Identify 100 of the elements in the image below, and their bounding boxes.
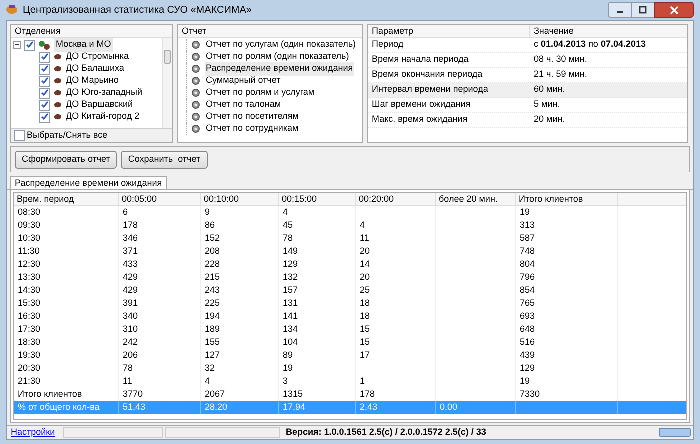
checkbox[interactable]	[39, 100, 50, 110]
table-cell: 11	[119, 375, 201, 388]
table-row[interactable]: 15:30 391 225 131 18 765	[14, 297, 686, 310]
column-header: 00:05:00	[119, 193, 201, 205]
parameter-row[interactable]: Шаг времени ожидания 5 мин.	[368, 98, 687, 113]
table-row[interactable]: 19:30 206 127 89 17 439	[14, 349, 686, 362]
parameter-row[interactable]: Макс. время ожидания 20 мин.	[368, 113, 687, 128]
table-cell: 127	[201, 349, 279, 362]
table-cell: 09:30	[14, 219, 119, 232]
table-row[interactable]: 11:30 371 208 149 20 748	[14, 245, 686, 258]
close-button[interactable]	[654, 2, 694, 18]
table-cell: 132	[279, 271, 356, 284]
minimize-button[interactable]	[608, 2, 632, 18]
table-cell: 20	[356, 271, 436, 284]
tree-item[interactable]: ДО Стромынка	[66, 50, 129, 64]
table-cell: 19:30	[14, 349, 119, 362]
table-row[interactable]: 16:30 340 194 141 18 693	[14, 310, 686, 323]
table-row[interactable]: 08:30 6 9 4 19	[14, 206, 686, 219]
parameter-row[interactable]: Период с 01.04.2013 по 07.04.2013	[368, 38, 687, 53]
checkbox-label: Выбрать/Снять все	[27, 128, 108, 142]
table-cell: 1	[356, 375, 436, 388]
scrollbar[interactable]	[162, 38, 172, 128]
table-cell: 208	[201, 245, 279, 258]
report-item[interactable]: Распределение времени ожидания	[205, 62, 354, 76]
parameter-row[interactable]: Интервал времени периода 60 мин.	[368, 83, 687, 98]
table-cell: 10:30	[14, 232, 119, 245]
column-header: 00:15:00	[279, 193, 356, 205]
tree-item[interactable]: ДО Китай-город 2	[66, 110, 140, 124]
parameter-value: 60 мин.	[533, 83, 566, 96]
checkbox[interactable]	[39, 76, 50, 86]
table-cell: 439	[516, 349, 618, 362]
table-row[interactable]: 18:30 242 155 104 15 516	[14, 336, 686, 349]
table-cell: 225	[201, 297, 279, 310]
table-row[interactable]: 20:30 78 32 19 129	[14, 362, 686, 375]
parameter-name: Период	[371, 38, 405, 52]
parameter-name: Время окончания периода	[371, 68, 484, 82]
node-icon	[54, 66, 62, 72]
tree-item[interactable]: ДО Балашиха	[66, 62, 124, 76]
column-header: Врем. период	[14, 193, 119, 205]
table-cell: 340	[119, 310, 201, 323]
tree-item[interactable]: Москва и МО	[54, 38, 114, 52]
report-item[interactable]: Отчет по посетителям	[205, 110, 300, 124]
parameter-name: Макс. время ожидания	[371, 113, 469, 126]
tab[interactable]: Распределение времени ожидания	[10, 176, 168, 189]
table-cell: 13:30	[14, 271, 119, 284]
table-row[interactable]: 17:30 310 189 134 15 648	[14, 323, 686, 336]
table-row[interactable]: 10:30 346 152 78 11 587	[14, 232, 686, 245]
report-item[interactable]: Суммарный отчет	[205, 74, 282, 88]
checkbox[interactable]	[14, 130, 25, 141]
report-item[interactable]: Отчет по ролям и услугам	[205, 86, 316, 100]
settings-link[interactable]: Настройки	[9, 426, 61, 440]
table-cell: 429	[119, 271, 201, 284]
table-row[interactable]: 21:30 11 4 3 1 19	[14, 375, 686, 388]
table-cell: 16:30	[14, 310, 119, 323]
parameter-value: 20 мин.	[533, 113, 566, 126]
parameter-name: Интервал времени периода	[371, 83, 490, 96]
table-cell: 157	[279, 284, 356, 297]
parameter-row[interactable]: Время начала периода 08 ч. 30 мин.	[368, 53, 687, 68]
table-cell: 104	[279, 336, 356, 349]
checkbox[interactable]	[24, 40, 35, 50]
checkbox[interactable]	[39, 112, 50, 122]
report-item[interactable]: Отчет по талонам	[205, 98, 282, 112]
table-row[interactable]: 13:30 429 215 132 20 796	[14, 271, 686, 284]
column-header: 00:20:00	[356, 193, 436, 205]
collapse-toggle[interactable]	[13, 41, 21, 49]
action-button[interactable]: Сформировать отчет	[15, 151, 118, 169]
table-cell: 648	[516, 323, 618, 336]
checkbox[interactable]	[39, 52, 50, 62]
table-cell: 15	[356, 323, 436, 336]
table-cell: 20:30	[14, 362, 119, 375]
table-row[interactable]: 12:30 433 228 129 14 804	[14, 258, 686, 271]
table-cell: 141	[279, 310, 356, 323]
table-cell: 346	[119, 232, 201, 245]
tree-item[interactable]: ДО Юго-западный	[66, 86, 143, 100]
action-button[interactable]: Сохранить отчет	[121, 151, 208, 169]
table-cell: 15	[356, 336, 436, 349]
table-cell: 12:30	[14, 258, 119, 271]
report-item[interactable]: Отчет по услугам (один показатель)	[205, 38, 358, 52]
table-cell: 17,94	[279, 401, 356, 414]
table-cell: 0,00	[436, 401, 516, 414]
table-cell: 693	[516, 310, 618, 323]
table-cell: 19	[279, 362, 356, 375]
table-cell: 129	[516, 362, 618, 375]
table-cell: 433	[119, 258, 201, 271]
maximize-button[interactable]	[632, 2, 654, 18]
table-cell: 17:30	[14, 323, 119, 336]
node-icon	[54, 54, 62, 60]
table-cell: 215	[201, 271, 279, 284]
report-item[interactable]: Отчет по ролям (один показатель)	[205, 50, 350, 64]
tree-item[interactable]: ДО Варшавский	[66, 98, 134, 112]
checkbox[interactable]	[39, 88, 50, 98]
table-row[interactable]: 09:30 178 86 45 4 313	[14, 219, 686, 232]
report-item[interactable]: Отчет по сотрудникам	[205, 122, 300, 136]
table-cell: 131	[279, 297, 356, 310]
table-row[interactable]: 14:30 429 243 157 25 854	[14, 284, 686, 297]
checkbox[interactable]	[39, 64, 50, 74]
table-cell: 86	[201, 219, 279, 232]
parameter-name: Время начала периода	[371, 53, 470, 66]
tree-item[interactable]: ДО Марьино	[66, 74, 119, 88]
table-cell: 19	[516, 375, 618, 388]
